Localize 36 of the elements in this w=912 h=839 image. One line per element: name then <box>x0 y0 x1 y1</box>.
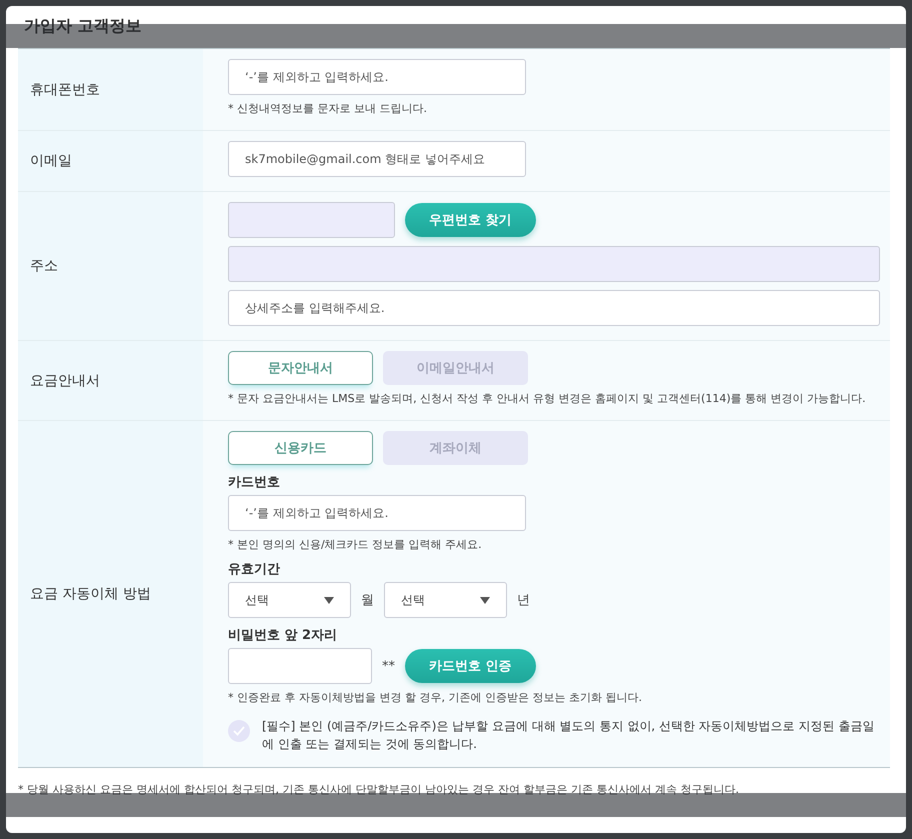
input-field[interactable]: ‘-’를 제외하고 입력하세요. <box>228 495 526 531</box>
hint-text: * 신청내역정보를 문자로 보내 드립니다. <box>228 101 427 116</box>
caret-icon <box>480 596 490 604</box>
check-icon <box>233 726 245 736</box>
option-button[interactable]: 신용카드 <box>228 431 373 465</box>
agreement-text: [필수] 본인 (예금주/카드소유주)은 납부할 요금에 대해 별도의 통지 없이, 선택한 자동이체방법으로 지정된 출금일에 인출 또는 결제되는 것에 동의합니다. <box>262 718 876 753</box>
row-label: 요금 자동이체 방법 <box>30 585 151 603</box>
field-label: 비밀번호 앞 2자리 <box>228 627 338 644</box>
row-label: 휴대폰번호 <box>30 80 100 98</box>
field-label: 카드번호 <box>228 474 280 491</box>
unit-label: 월 <box>361 592 374 609</box>
field-label: 유효기간 <box>228 561 280 578</box>
action-button[interactable]: 우편번호 찾기 <box>405 203 536 237</box>
input-field[interactable]: 상세주소를 입력해주세요. <box>228 290 880 326</box>
footnote-text: * 당월 사용하신 요금은 명세서에 합산되어 청구되며, 기존 통신사에 단말할부금이 남아있는 경우 잔여 할부금은 기존 통신사에서 계속 청구됩니다. <box>18 782 740 797</box>
row-label: 요금안내서 <box>30 372 100 390</box>
select-dropdown[interactable]: 선택 <box>228 582 351 618</box>
hint-text: * 문자 요금안내서는 LMS로 발송되며, 신청서 작성 후 안내서 유형 변경은 홈페이지 및 고객센터(114)를 통해 변경이 가능합니다. <box>228 391 866 406</box>
input-field[interactable] <box>228 202 395 238</box>
input-field[interactable]: sk7mobile@gmail.com 형태로 넣어주세요 <box>228 141 526 177</box>
option-button[interactable]: 이메일안내서 <box>383 351 528 385</box>
input-field[interactable]: ‘-’를 제외하고 입력하세요. <box>228 59 526 95</box>
hint-text: * 인증완료 후 자동이체방법을 변경 할 경우, 기존에 인증받은 정보는 초기화 됩니다. <box>228 690 642 705</box>
row-label: 이메일 <box>30 152 72 170</box>
unit-label: ** <box>382 658 395 674</box>
option-button[interactable]: 문자안내서 <box>228 351 373 385</box>
caret-icon <box>324 596 334 604</box>
row-label: 주소 <box>30 257 58 275</box>
option-button[interactable]: 계좌이체 <box>383 431 528 465</box>
hint-text: * 본인 명의의 신용/체크카드 정보를 입력해 주세요. <box>228 537 482 552</box>
select-dropdown[interactable]: 선택 <box>384 582 507 618</box>
input-field[interactable] <box>228 648 372 684</box>
unit-label: 년 <box>517 592 530 609</box>
input-field[interactable] <box>228 246 880 282</box>
action-button[interactable]: 카드번호 인증 <box>405 649 536 683</box>
agree-checkbox[interactable] <box>228 720 250 742</box>
